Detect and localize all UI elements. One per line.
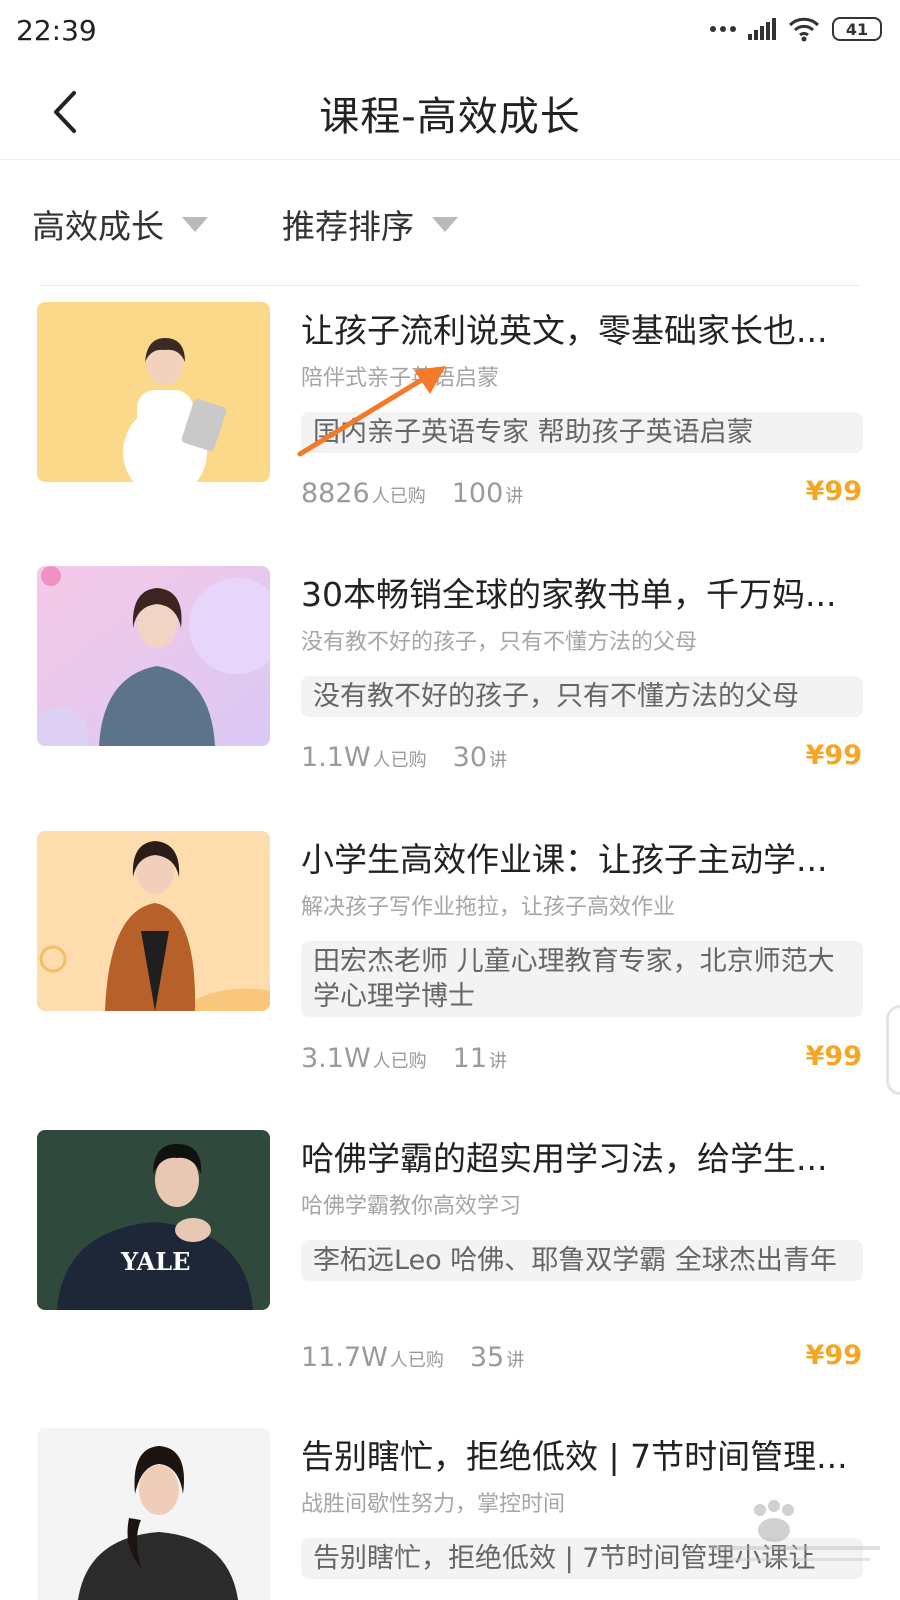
filter-bar: 高效成长 推荐排序: [0, 162, 900, 282]
course-thumbnail[interactable]: [37, 1428, 270, 1600]
buyers-unit: 人已购: [371, 486, 426, 507]
course-tag: 田宏杰老师 儿童心理教育专家，北京师范大学心理学博士: [301, 941, 863, 1017]
course-meta: 3.1W 人已购 11 讲: [301, 1043, 507, 1074]
lessons-unit: 讲: [505, 486, 524, 507]
course-price: ¥99: [805, 740, 862, 771]
buyers-count: 11.7W: [301, 1342, 388, 1373]
course-title: 让孩子流利说英文，零基础家长也...: [301, 311, 828, 350]
thumbnail-image: [37, 566, 270, 746]
filter-category[interactable]: 高效成长: [32, 200, 208, 248]
page-title: 课程-高效成长: [319, 94, 581, 140]
course-title: 哈佛学霸的超实用学习法，给学生...: [301, 1139, 828, 1178]
course-thumbnail[interactable]: [37, 566, 270, 746]
course-meta: 11.7W 人已购 35 讲: [301, 1342, 524, 1373]
course-title: 小学生高效作业课：让孩子主动学...: [301, 840, 828, 879]
course-tag: 李柘远Leo 哈佛、耶鲁双学霸 全球杰出青年: [301, 1240, 863, 1281]
lessons-count: 30: [452, 742, 487, 773]
course-thumbnail[interactable]: [37, 302, 270, 482]
course-price: ¥99: [805, 1340, 862, 1371]
filter-category-label: 高效成长: [32, 207, 164, 246]
lessons-count: 100: [451, 478, 504, 509]
wifi-icon: [788, 17, 820, 42]
filter-sort-label: 推荐排序: [282, 207, 414, 246]
thumbnail-image: [37, 831, 270, 1011]
signal-icon: [748, 18, 776, 40]
divider: [40, 285, 860, 286]
filter-sort[interactable]: 推荐排序: [282, 200, 458, 248]
buyers-count: 8826: [301, 478, 370, 509]
battery-level: 41: [845, 19, 869, 39]
thumbnail-image: [37, 1428, 270, 1600]
thumbnail-image: YALE: [37, 1130, 270, 1310]
lessons-unit: 讲: [506, 1350, 525, 1371]
status-time: 22:39: [16, 14, 97, 47]
nav-bar: 课程-高效成长: [0, 62, 900, 160]
baidu-watermark-logo: [710, 1500, 880, 1561]
triangle-down-icon: [182, 216, 208, 232]
course-tag: 没有教不好的孩子，只有不懂方法的父母: [301, 676, 863, 717]
course-thumbnail[interactable]: [37, 831, 270, 1011]
svg-text:YALE: YALE: [120, 1247, 190, 1276]
course-subtitle: 解决孩子写作业拖拉，让孩子高效作业: [301, 895, 676, 920]
buyers-unit: 人已购: [372, 1051, 427, 1072]
lessons-unit: 讲: [489, 1051, 507, 1072]
buyers-count: 1.1W: [301, 742, 371, 773]
course-tag: 国内亲子英语专家 帮助孩子英语启蒙: [301, 412, 863, 453]
course-subtitle: 哈佛学霸教你高效学习: [301, 1194, 522, 1219]
thumbnail-image: [37, 302, 270, 482]
lessons-count: 11: [452, 1043, 487, 1074]
course-meta: 8826 人已购 100 讲: [301, 478, 523, 509]
battery-icon: 41: [832, 17, 882, 41]
buyers-unit: 人已购: [389, 1350, 444, 1371]
course-thumbnail[interactable]: YALE: [37, 1130, 270, 1310]
triangle-down-icon: [432, 216, 458, 232]
buyers-unit: 人已购: [372, 750, 427, 771]
buyers-count: 3.1W: [301, 1043, 371, 1074]
lessons-unit: 讲: [489, 750, 507, 771]
course-title: 告别瞎忙，拒绝低效 | 7节时间管理...: [301, 1437, 848, 1476]
status-icons: 41: [710, 16, 882, 42]
scroll-indicator[interactable]: [886, 1005, 900, 1095]
course-subtitle: 没有教不好的孩子，只有不懂方法的父母: [301, 630, 698, 655]
course-subtitle: 陪伴式亲子英语启蒙: [301, 366, 500, 391]
course-price: ¥99: [805, 476, 862, 507]
lessons-count: 35: [469, 1342, 505, 1373]
status-bar: 22:39 41: [0, 0, 900, 62]
course-title: 30本畅销全球的家教书单，千万妈...: [301, 575, 837, 614]
more-dots-icon: [710, 26, 736, 32]
course-meta: 1.1W 人已购 30 讲: [301, 742, 507, 773]
course-price: ¥99: [805, 1041, 862, 1072]
